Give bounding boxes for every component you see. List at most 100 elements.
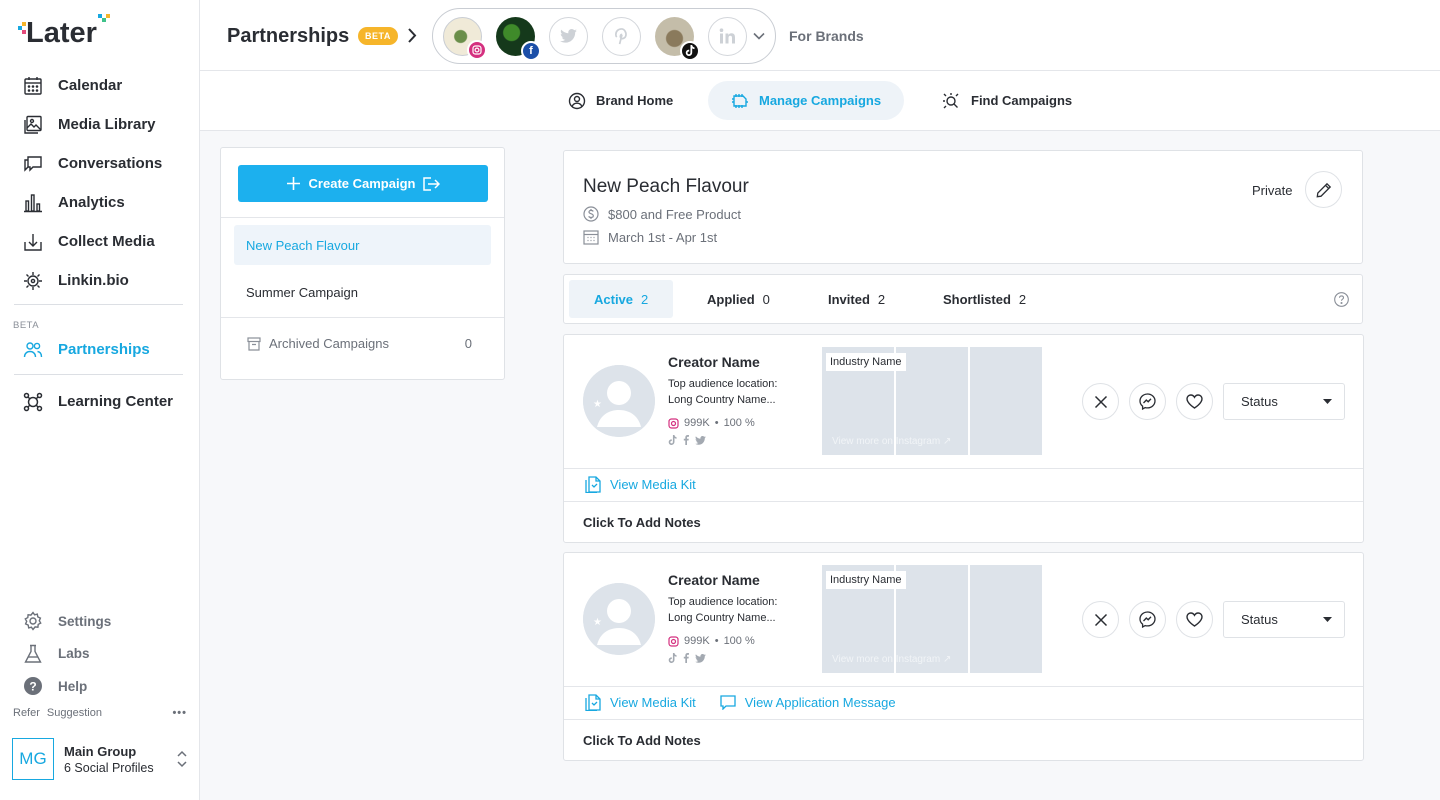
location-title: Top audience location:	[668, 596, 778, 608]
creator-avatar: ★	[583, 365, 655, 437]
heart-icon	[1186, 394, 1203, 409]
creator-socials	[668, 653, 706, 663]
sidebar-item-analytics[interactable]: Analytics	[14, 183, 184, 222]
tab-count: 2	[1018, 291, 1027, 307]
remove-creator-button[interactable]	[1082, 601, 1119, 638]
tab-manage-campaigns[interactable]: Manage Campaigns	[708, 81, 905, 120]
suggestion-link[interactable]: Suggestion	[47, 707, 102, 719]
refer-link[interactable]: Refer	[13, 707, 40, 719]
tab-find-campaigns[interactable]: Find Campaigns	[918, 81, 1095, 120]
profile-avatar-instagram[interactable]	[443, 16, 487, 60]
status-dropdown[interactable]: Status	[1223, 383, 1345, 420]
creator-media-thumbnails[interactable]: Industry Name View more on Instagram ↗	[822, 565, 1043, 673]
sidebar-item-settings[interactable]: Settings	[14, 605, 184, 638]
messenger-icon	[1139, 393, 1156, 410]
external-arrow-icon	[423, 176, 441, 191]
later-logo[interactable]: Later	[18, 12, 113, 48]
twitter-icon	[695, 435, 706, 445]
add-notes-button[interactable]: Click To Add Notes	[583, 733, 701, 748]
view-more-instagram-link[interactable]: View more on Instagram ↗	[832, 654, 951, 665]
create-campaign-button[interactable]: Create Campaign	[238, 165, 488, 202]
card-divider	[564, 501, 1363, 502]
sidebar-item-linkin-bio[interactable]: Linkin.bio	[14, 261, 184, 300]
archived-campaigns-link[interactable]: Archived Campaigns 0	[247, 336, 472, 351]
edit-campaign-button[interactable]	[1305, 171, 1342, 208]
tab-applied[interactable]: Applied 0	[682, 280, 795, 318]
media-thumbnail[interactable]	[970, 347, 1042, 455]
for-brands-label[interactable]: For Brands	[789, 28, 864, 44]
sidebar-item-labs[interactable]: Labs	[14, 638, 184, 671]
campaign-detail-card: New Peach Flavour $800 and Free Product …	[563, 150, 1363, 264]
list-divider	[221, 217, 504, 218]
view-more-instagram-link[interactable]: View more on Instagram ↗	[832, 436, 951, 447]
view-media-kit-link[interactable]: View Media Kit	[585, 694, 696, 711]
sidebar-item-label: Media Library	[58, 116, 156, 133]
instagram-icon	[668, 635, 679, 647]
refer-row: Refer Suggestion •••	[13, 707, 187, 719]
sidebar-item-collect-media[interactable]: Collect Media	[14, 222, 184, 261]
media-thumbnail[interactable]	[970, 565, 1042, 673]
view-application-message-link[interactable]: View Application Message	[720, 694, 896, 711]
calendar-icon	[22, 75, 44, 97]
tab-invited[interactable]: Invited 2	[803, 280, 910, 318]
profile-avatar-facebook[interactable]: f	[496, 16, 541, 61]
engagement-rate: 100 %	[723, 635, 755, 647]
more-menu-icon[interactable]: •••	[172, 707, 187, 719]
tab-shortlisted[interactable]: Shortlisted 2	[918, 280, 1051, 318]
collect-media-icon	[22, 231, 44, 253]
message-creator-button[interactable]	[1129, 383, 1166, 420]
creator-name[interactable]: Creator Name	[668, 354, 760, 370]
creator-card: ★ Creator Name Top audience location: Lo…	[563, 334, 1364, 543]
conversations-icon	[22, 153, 44, 175]
creator-name[interactable]: Creator Name	[668, 572, 760, 588]
partnerships-icon	[22, 339, 44, 361]
campaign-item-new-peach-flavour[interactable]: New Peach Flavour	[234, 225, 491, 265]
pinterest-icon	[614, 27, 627, 44]
beta-badge: BETA	[358, 27, 398, 45]
sidebar-item-label: Calendar	[58, 77, 123, 94]
creator-media-thumbnails[interactable]: Industry Name View more on Instagram ↗	[822, 347, 1043, 455]
avatar: MG	[12, 738, 54, 780]
profile-avatar-tiktok[interactable]	[655, 16, 700, 61]
shortlist-creator-button[interactable]	[1176, 601, 1213, 638]
tiktok-icon	[668, 653, 677, 663]
status-dropdown[interactable]: Status	[1223, 601, 1345, 638]
account-switcher[interactable]: MG Main Group 6 Social Profiles	[12, 736, 188, 782]
archived-count: 0	[464, 336, 472, 351]
tab-count: 0	[762, 291, 770, 307]
creator-links: View Media Kit View Application Message	[585, 694, 896, 711]
twitter-icon	[695, 653, 706, 663]
status-value: Status	[1241, 394, 1278, 409]
linkin-bio-icon	[22, 270, 44, 292]
message-creator-button[interactable]	[1129, 601, 1166, 638]
page-title: Partnerships	[227, 25, 350, 47]
tab-brand-home[interactable]: Brand Home	[545, 81, 696, 120]
sidebar-item-media-library[interactable]: Media Library	[14, 105, 184, 144]
help-circle-icon[interactable]	[1334, 292, 1349, 307]
heart-icon	[1186, 612, 1203, 627]
sidebar-item-label: Linkin.bio	[58, 272, 129, 289]
profile-avatar-linkedin[interactable]	[708, 16, 747, 56]
remove-creator-button[interactable]	[1082, 383, 1119, 420]
close-icon	[1094, 613, 1107, 626]
sidebar-item-partnerships[interactable]: Partnerships	[14, 330, 184, 369]
tab-active[interactable]: Active 2	[569, 280, 674, 318]
manage-campaigns-icon	[732, 93, 748, 108]
view-media-kit-link[interactable]: View Media Kit	[585, 476, 696, 493]
gear-icon	[22, 610, 44, 632]
campaign-item-summer-campaign[interactable]: Summer Campaign	[234, 272, 491, 312]
profile-avatar-twitter[interactable]	[549, 16, 588, 56]
shortlist-creator-button[interactable]	[1176, 383, 1213, 420]
chevron-down-icon[interactable]	[753, 32, 765, 40]
profile-avatar-pinterest[interactable]	[602, 16, 641, 56]
partnership-subtabs: Brand Home Manage Campaigns Find Campaig…	[200, 71, 1440, 131]
sidebar-item-conversations[interactable]: Conversations	[14, 144, 184, 183]
add-notes-button[interactable]: Click To Add Notes	[583, 515, 701, 530]
engagement-rate: 100 %	[723, 417, 755, 429]
sidebar-item-help[interactable]: ? Help	[14, 670, 184, 703]
sidebar-item-learning-center[interactable]: Learning Center	[14, 382, 184, 421]
card-divider	[564, 719, 1363, 720]
sidebar-item-label: Partnerships	[58, 341, 150, 358]
account-profiles: 6 Social Profiles	[64, 760, 154, 775]
sidebar-item-calendar[interactable]: Calendar	[14, 66, 184, 105]
